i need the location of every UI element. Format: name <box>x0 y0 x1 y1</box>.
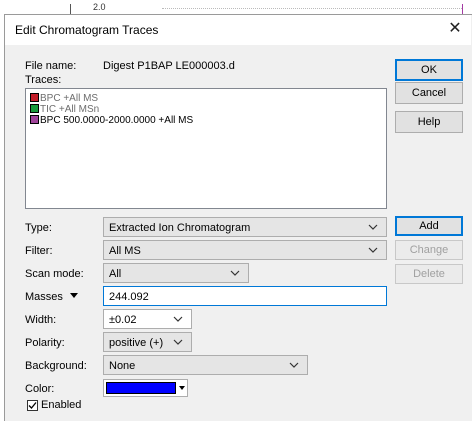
change-button[interactable]: Change <box>395 240 463 260</box>
trace-item[interactable]: BPC +All MS <box>30 93 98 104</box>
close-icon[interactable]: ✕ <box>445 20 465 38</box>
cancel-button[interactable]: Cancel <box>395 82 463 104</box>
triangle-down-icon <box>179 386 185 390</box>
background-value: None <box>109 360 136 372</box>
background-chart-strip: 2.0 <box>0 0 472 14</box>
checkmark-icon <box>28 402 37 409</box>
traces-label: Traces: <box>25 74 62 86</box>
polarity-label: Polarity: <box>25 337 65 349</box>
background-label: Background: <box>25 360 87 372</box>
trace-label: BPC 500.0000-2000.0000 +All MS <box>40 115 194 126</box>
file-name-label: File name: <box>25 60 77 72</box>
trace-color-swatch <box>30 93 39 102</box>
masses-input[interactable]: 244.092 <box>103 286 387 306</box>
triangle-down-icon <box>69 293 78 298</box>
type-label: Type: <box>25 222 52 234</box>
chevron-down-icon <box>230 270 240 276</box>
gridline <box>162 8 462 10</box>
trace-marker <box>462 4 463 14</box>
background-select[interactable]: None <box>103 355 308 375</box>
masses-label: Masses <box>25 291 63 303</box>
ok-button[interactable]: OK <box>395 59 463 81</box>
trace-label: TIC +All MSn <box>40 104 100 115</box>
enabled-label: Enabled <box>41 399 82 411</box>
chevron-down-icon <box>173 316 183 322</box>
chevron-down-icon <box>368 224 378 230</box>
scan-mode-select[interactable]: All <box>103 263 249 283</box>
trace-item[interactable]: BPC 500.0000-2000.0000 +All MS <box>30 115 193 126</box>
color-picker[interactable] <box>103 379 188 397</box>
polarity-value: positive (+) <box>109 337 164 349</box>
trace-item[interactable]: TIC +All MSn <box>30 104 99 115</box>
width-value: ±0.02 <box>109 314 137 326</box>
masses-menu[interactable]: Masses <box>25 291 78 303</box>
color-swatch <box>106 382 176 394</box>
color-label: Color: <box>25 383 55 395</box>
add-button[interactable]: Add <box>395 216 463 236</box>
help-button[interactable]: Help <box>395 111 463 133</box>
masses-value: 244.092 <box>109 291 149 303</box>
trace-color-swatch <box>30 104 39 113</box>
width-select[interactable]: ±0.02 <box>103 309 192 329</box>
delete-button[interactable]: Delete <box>395 264 463 284</box>
enabled-checkbox[interactable] <box>27 400 38 411</box>
chevron-down-icon <box>173 339 183 345</box>
filter-value: All MS <box>109 245 141 257</box>
type-select[interactable]: Extracted Ion Chromatogram <box>103 217 387 237</box>
trace-label: BPC +All MS <box>40 93 99 104</box>
filter-label: Filter: <box>25 245 53 257</box>
edit-traces-dialog: Edit Chromatogram Traces ✕ File name: Di… <box>4 14 472 421</box>
trace-color-swatch <box>30 115 39 124</box>
axis-tick-label: 2.0 <box>93 2 106 12</box>
width-label: Width: <box>25 314 57 326</box>
polarity-select[interactable]: positive (+) <box>103 332 192 352</box>
traces-listbox[interactable]: BPC +All MS TIC +All MSn BPC 500.0000-20… <box>25 88 387 209</box>
chevron-down-icon <box>289 362 299 368</box>
chevron-down-icon <box>368 247 378 253</box>
file-name-value: Digest P1BAP LE000003.d <box>103 60 235 72</box>
dialog-title: Edit Chromatogram Traces <box>15 23 159 37</box>
title-bar: Edit Chromatogram Traces ✕ <box>5 15 471 45</box>
filter-select[interactable]: All MS <box>103 240 387 260</box>
type-value: Extracted Ion Chromatogram <box>109 222 251 234</box>
scan-mode-label: Scan mode: <box>25 268 84 280</box>
scan-mode-value: All <box>109 268 122 280</box>
axis-tick: 2.0 <box>70 2 111 14</box>
